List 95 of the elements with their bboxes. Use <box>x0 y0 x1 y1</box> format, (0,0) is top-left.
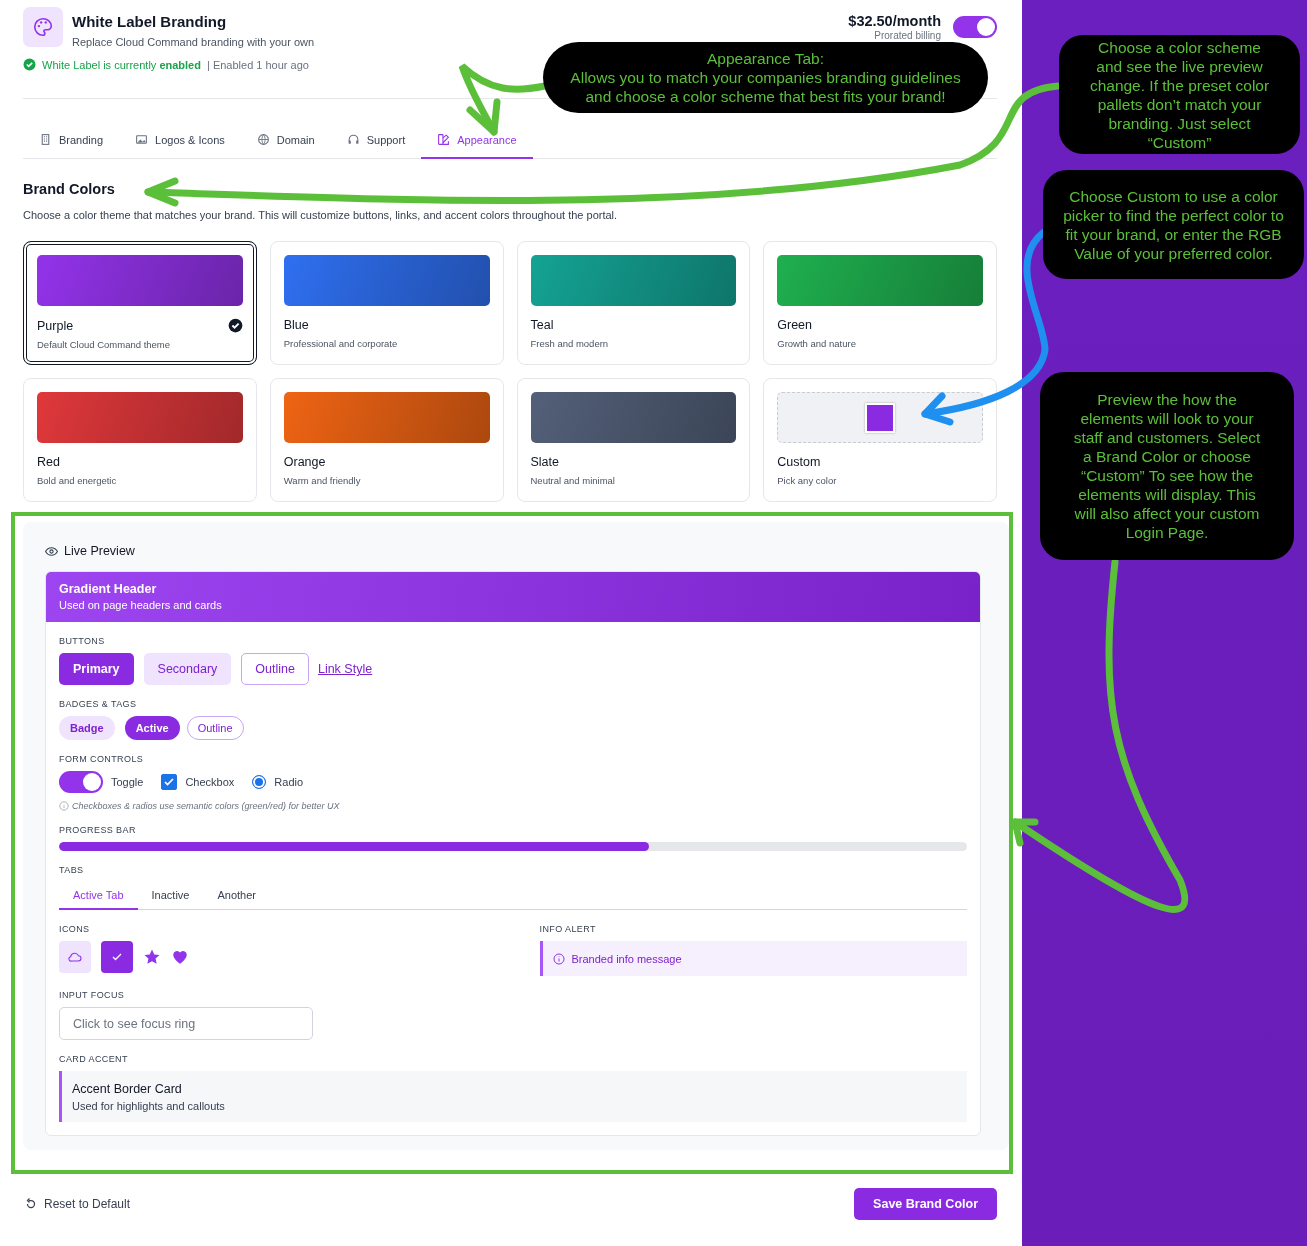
headset-icon <box>346 133 360 146</box>
checkbox[interactable] <box>161 774 178 790</box>
button[interactable]: Secondary <box>143 653 232 685</box>
note-text: Checkboxes & radios use semantic colors (green/red) for better UX <box>72 801 340 811</box>
button[interactable]: Primary <box>59 653 134 685</box>
building-icon <box>39 133 52 146</box>
theme-name: Red <box>37 455 60 469</box>
reset-icon <box>25 1198 37 1210</box>
status-text: White Label is currently enabled <box>42 58 201 71</box>
callout: Appearance Tab: Allows you to match your companies branding guidelines and choose a color scheme that best fits your brand! <box>543 42 988 113</box>
callout: Choose Custom to use a color picker to find the perfect color to fit your brand, or enter the RGB Value of your preferred color. <box>1043 170 1304 279</box>
theme-description: Default Cloud Command theme <box>37 339 172 350</box>
theme-card[interactable]: Green Growth and nature <box>763 241 997 365</box>
theme-card[interactable]: Purple Default Cloud Command theme <box>23 241 257 365</box>
theme-card[interactable]: Slate Neutral and minimal <box>516 378 751 502</box>
check-icon <box>163 776 176 788</box>
info-icon <box>552 952 565 965</box>
check-circle-icon <box>227 318 243 333</box>
theme-name: Teal <box>530 318 554 332</box>
eye-icon <box>45 544 58 558</box>
check-icon <box>101 941 133 973</box>
toggle-switch[interactable] <box>59 771 103 793</box>
theme-card[interactable]: Red Bold and energetic <box>23 378 257 502</box>
tab[interactable]: Logos & Icons <box>119 121 241 159</box>
enable-toggle[interactable] <box>953 16 997 38</box>
theme-name: Green <box>777 318 812 332</box>
palette-icon <box>23 7 63 47</box>
section-label: BADGES & TAGS <box>59 699 138 709</box>
globe-icon <box>256 133 270 146</box>
badge: Badge <box>59 716 115 740</box>
card-subtitle: Used for highlights and callouts <box>72 1100 226 1112</box>
header-title: Gradient Header <box>59 582 158 596</box>
section-label: PROGRESS BAR <box>59 825 137 835</box>
cloud-icon <box>59 941 91 973</box>
tab[interactable]: Support <box>330 121 422 159</box>
theme-card[interactable]: Blue Professional and corporate <box>269 241 504 365</box>
heart-icon <box>171 948 189 966</box>
checkbox-label: Checkbox <box>185 776 235 788</box>
theme-description: Pick any color <box>777 475 838 486</box>
radio-label: Radio <box>274 776 304 788</box>
star-icon <box>143 948 161 966</box>
tab[interactable]: Appearance <box>421 121 533 159</box>
section-label: INFO ALERT <box>539 924 597 934</box>
page-title: White Label Branding <box>72 13 228 30</box>
theme-description: Fresh and modern <box>530 338 610 349</box>
theme-description: Professional and corporate <box>283 338 399 349</box>
section-label: ICONS <box>59 924 91 934</box>
button[interactable]: Outline <box>241 653 309 685</box>
save-button[interactable]: Save Brand Color <box>854 1188 997 1220</box>
theme-description: Growth and nature <box>777 338 857 349</box>
billing-note: Prorated billing <box>873 30 941 41</box>
link[interactable]: Link Style <box>317 662 373 676</box>
theme-name: Blue <box>283 318 309 332</box>
badge: Active <box>124 716 180 740</box>
reset-button[interactable]: Reset to Default <box>23 1197 133 1211</box>
alert-text: Branded info message <box>571 952 682 965</box>
section-title: Brand Colors <box>23 181 116 197</box>
theme-name: Slate <box>530 455 559 469</box>
price-label: $32.50/month <box>848 13 941 29</box>
tab[interactable]: Active Tab <box>59 880 138 910</box>
tab[interactable]: Domain <box>240 121 331 159</box>
theme-card[interactable]: Custom Pick any color <box>763 378 997 502</box>
toggle-label: Toggle <box>111 776 144 788</box>
tab[interactable]: Inactive <box>137 880 204 910</box>
section-description: Choose a color theme that matches your brand. This will customize buttons, links, and accent colors throughout the portal. <box>23 209 619 221</box>
section-label: INPUT FOCUS <box>59 990 126 1000</box>
section-label: TABS <box>59 865 85 875</box>
page-subtitle: Replace Cloud Command branding with your own <box>72 36 315 48</box>
palette-icon <box>437 133 451 146</box>
theme-description: Neutral and minimal <box>530 475 616 486</box>
theme-description: Warm and friendly <box>283 475 362 486</box>
theme-name: Custom <box>777 455 821 469</box>
tab[interactable]: Another <box>203 880 270 910</box>
check-circle-icon <box>23 58 36 71</box>
color-picker-area[interactable] <box>777 392 983 443</box>
preview-title: Live Preview <box>64 544 135 558</box>
image-icon <box>135 133 149 146</box>
card-title: Accent Border Card <box>72 1082 183 1096</box>
info-icon <box>59 801 69 811</box>
section-label: BUTTONS <box>59 636 106 646</box>
callout: Preview the how the elements will look to your staff and customers. Select a Brand Color or choose “Custom” To see how the elements will display. This will also affect your custom Login Page. <box>1040 372 1294 560</box>
theme-card[interactable]: Teal Fresh and modern <box>516 241 751 365</box>
theme-name: Orange <box>283 455 326 469</box>
input-field[interactable]: Click to see focus ring <box>59 1007 313 1040</box>
status-meta: | Enabled 1 hour ago <box>206 58 309 71</box>
header-subtitle: Used on page headers and cards <box>59 599 223 611</box>
color-swatch[interactable] <box>865 402 896 433</box>
callout: Choose a color scheme and see the live preview change. If the preset color pallets don’t match your branding. Just select “Custom” <box>1059 35 1300 154</box>
section-label: FORM CONTROLS <box>59 754 145 764</box>
theme-card[interactable]: Orange Warm and friendly <box>269 378 504 502</box>
section-label: CARD ACCENT <box>59 1054 129 1064</box>
radio-button[interactable] <box>252 775 267 789</box>
theme-description: Bold and energetic <box>37 475 118 486</box>
tab[interactable]: Branding <box>23 121 120 159</box>
theme-name: Purple <box>37 318 74 333</box>
